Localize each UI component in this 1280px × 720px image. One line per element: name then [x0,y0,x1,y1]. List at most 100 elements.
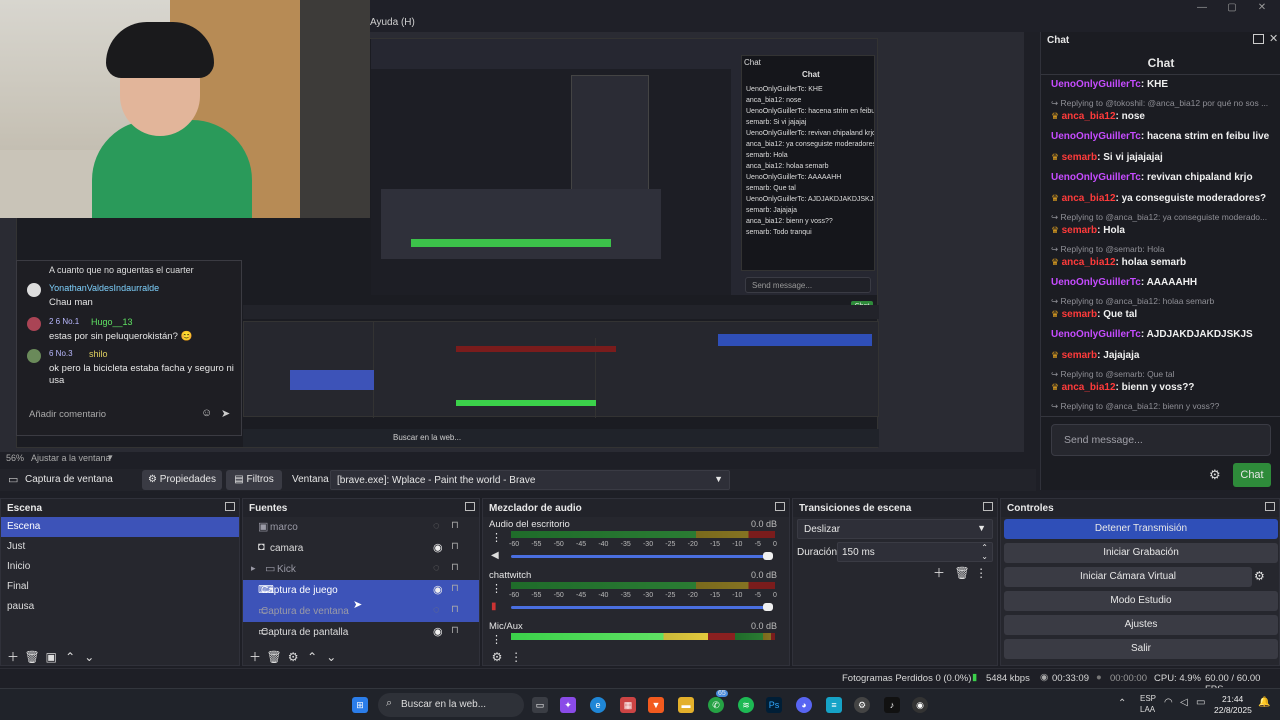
chat-message-list[interactable]: UenoOnlyGuillerTc: KHE ↪ Replying to @tok… [1041,78,1279,414]
trash-icon[interactable]: 🗑 [954,565,970,581]
eye-off-icon[interactable]: ◌ [433,520,440,532]
chat-username[interactable]: anca_bia12 [1062,111,1116,122]
speaker-icon[interactable]: ◀ [491,550,499,561]
clock-date[interactable]: 22/8/2025 [1214,705,1252,715]
more-icon[interactable]: ⋮ [508,649,524,665]
more-icon[interactable]: ⋮ [491,531,502,544]
popout-icon[interactable] [1265,502,1275,511]
minimize-icon[interactable]: — [1192,2,1212,13]
maximize-icon[interactable]: ▢ [1222,2,1242,13]
window-select[interactable]: [brave.exe]: Wplace - Paint the world - … [330,470,730,490]
battery-icon[interactable]: ▭ [1196,697,1205,708]
chat-username[interactable]: anca_bia12 [1062,193,1116,204]
lock-icon[interactable]: ⊓ [451,625,459,636]
chat-username[interactable]: UenoOnlyGuillerTc [1051,79,1141,90]
more-icon[interactable]: ⋮ [491,633,502,646]
wifi-icon[interactable]: ◠ [1164,697,1173,708]
spinner-icon[interactable]: ⌃ ⌄ [981,543,988,561]
lock-icon[interactable]: ⊓ [451,604,459,615]
folder-icon[interactable]: ▬ [678,697,694,713]
lock-icon[interactable]: ⊓ [451,583,459,594]
more-icon[interactable]: ⋮ [973,565,989,581]
volume-slider[interactable] [511,606,769,609]
trash-icon[interactable]: 🗑 [266,649,282,665]
duration-input[interactable]: 150 ms ⌃ ⌄ [837,542,993,562]
chevron-down-icon[interactable]: ⌄ [323,649,339,665]
chevron-down-icon[interactable]: ⌄ [81,649,97,665]
popout-icon[interactable] [775,502,785,511]
eye-off-icon[interactable]: ◌ [433,604,440,616]
gear-icon[interactable]: ⚙ [1254,569,1265,583]
control-button[interactable]: Detener Transmisión [1004,519,1278,539]
scene-item[interactable]: Inicio [1,557,239,577]
obs-icon[interactable]: ◉ [912,697,928,713]
task-view-icon[interactable]: ▭ [532,697,548,713]
muted-speaker-icon[interactable]: ▮ [491,601,497,612]
filter-icon[interactable]: ▣ [43,649,59,665]
add-icon[interactable]: ＋ [247,649,263,665]
edge-icon[interactable]: e [590,697,606,713]
eye-icon[interactable]: ◉ [433,583,443,596]
control-button[interactable]: Modo Estudio [1004,591,1278,611]
chat-username[interactable]: semarb [1062,309,1098,320]
store-icon[interactable]: ▦ [620,697,636,713]
expand-icon[interactable]: ▸ [251,563,256,574]
chevron-up-icon[interactable]: ⌃ [1118,698,1126,709]
chat-username[interactable]: semarb [1062,152,1098,163]
popout-icon[interactable] [983,502,993,511]
source-item[interactable]: ▸ ▭ Kick ◌ ⊓ [243,559,479,580]
lock-icon[interactable]: ⊓ [451,541,459,552]
send-message-input[interactable]: Send message... [1051,424,1271,456]
add-icon[interactable]: ＋ [5,649,21,665]
menu-help[interactable]: Ayuda (H) [370,17,415,28]
whatsapp-icon[interactable]: ✆ [708,697,724,713]
taskbar-search[interactable]: ⌕ Buscar en la web... [378,693,524,717]
scene-item[interactable]: Just [1,537,239,557]
chat-username[interactable]: UenoOnlyGuillerTc [1051,329,1141,340]
windows-start-icon[interactable]: ⊞ [352,697,368,713]
control-button[interactable]: Iniciar Grabación [1004,543,1278,563]
eye-icon[interactable]: ◉ [433,541,443,554]
lock-icon[interactable]: ⊓ [451,562,459,573]
source-item[interactable]: ◘ camara ◉ ⊓ [243,538,479,559]
chat-username[interactable]: semarb [1062,225,1098,236]
chat-username[interactable]: anca_bia12 [1062,257,1116,268]
popout-icon[interactable] [225,502,235,511]
lang-top[interactable]: ESP [1140,694,1156,703]
zoom-level[interactable]: 56% [6,453,24,463]
close-icon[interactable]: ✕ [1252,2,1272,13]
add-icon[interactable]: ＋ [931,565,947,581]
chat-username[interactable]: UenoOnlyGuillerTc [1051,131,1141,142]
gear-icon[interactable]: ⚙ [285,649,301,665]
lang-bottom[interactable]: LAA [1140,705,1155,714]
brave-icon[interactable]: ▼ [648,697,664,713]
spotify-icon[interactable]: ≋ [738,697,754,713]
control-button[interactable]: Iniciar Cámara Virtual [1004,567,1252,587]
chatgpt-icon[interactable]: ⚙ [854,697,870,713]
more-icon[interactable]: ⋮ [491,582,502,595]
bell-icon[interactable]: 🔔 [1258,697,1270,708]
copilot-icon[interactable]: ✦ [560,697,576,713]
chevron-up-icon[interactable]: ⌃ [304,649,320,665]
fit-label[interactable]: Ajustar a la ventana [31,453,111,463]
chevron-down-icon[interactable]: ▾ [108,452,113,463]
discord-icon[interactable]: ◕ [796,697,812,713]
eye-off-icon[interactable]: ◌ [433,562,440,574]
notepad-icon[interactable]: ≡ [826,697,842,713]
volume-knob[interactable] [763,552,773,560]
lock-icon[interactable]: ⊓ [451,520,459,531]
gear-icon[interactable]: ⚙ [1209,467,1221,483]
tiktok-icon[interactable]: ♪ [884,697,900,713]
source-item[interactable]: ▣ marco ◌ ⊓ [243,517,479,538]
filters-button[interactable]: ▤ Filtros [226,470,282,490]
chat-send-button[interactable]: Chat [1233,463,1271,487]
speaker-icon[interactable]: ◁ [1180,697,1188,708]
photoshop-icon[interactable]: Ps [766,697,782,713]
chevron-up-icon[interactable]: ⌃ [62,649,78,665]
chat-username[interactable]: UenoOnlyGuillerTc [1051,172,1141,183]
control-button[interactable]: Ajustes [1004,615,1278,635]
chat-username[interactable]: UenoOnlyGuillerTc [1051,277,1141,288]
volume-knob[interactable] [763,603,773,611]
properties-button[interactable]: ⚙ Propiedades [142,470,222,490]
scene-item[interactable]: Final [1,577,239,597]
